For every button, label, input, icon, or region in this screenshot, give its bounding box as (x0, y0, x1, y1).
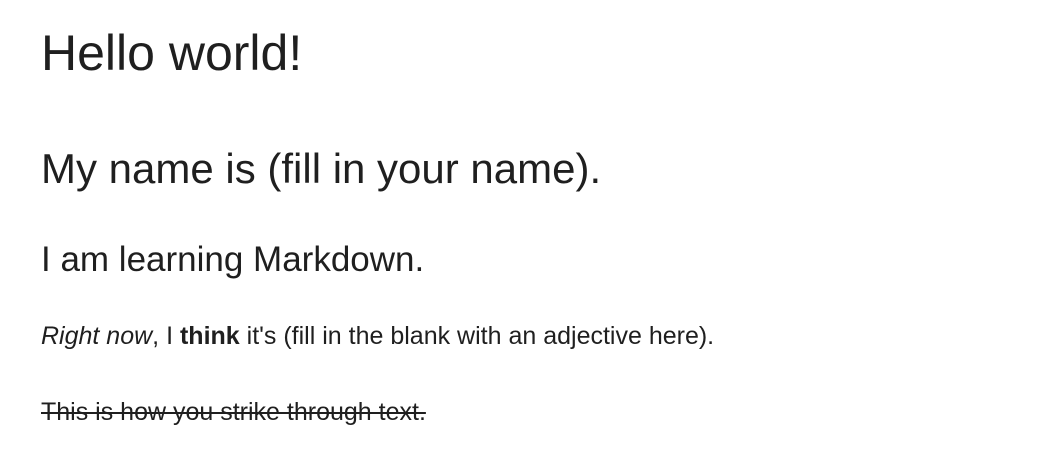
plain-text: it's (fill in the blank with an adjectiv… (239, 322, 715, 350)
plain-text: , I (152, 322, 180, 350)
italic-text: Right now (41, 322, 153, 350)
paragraph-emphasis: Right now, I think it's (fill in the bla… (41, 324, 714, 349)
heading-1: Hello world! (41, 25, 303, 81)
strikethrough-text: This is how you strike through text. (41, 398, 426, 426)
heading-2: My name is (fill in your name). (41, 145, 602, 192)
heading-3: I am learning Markdown. (41, 240, 425, 279)
paragraph-strikethrough: This is how you strike through text. (41, 400, 426, 425)
bold-text: think (179, 322, 240, 350)
